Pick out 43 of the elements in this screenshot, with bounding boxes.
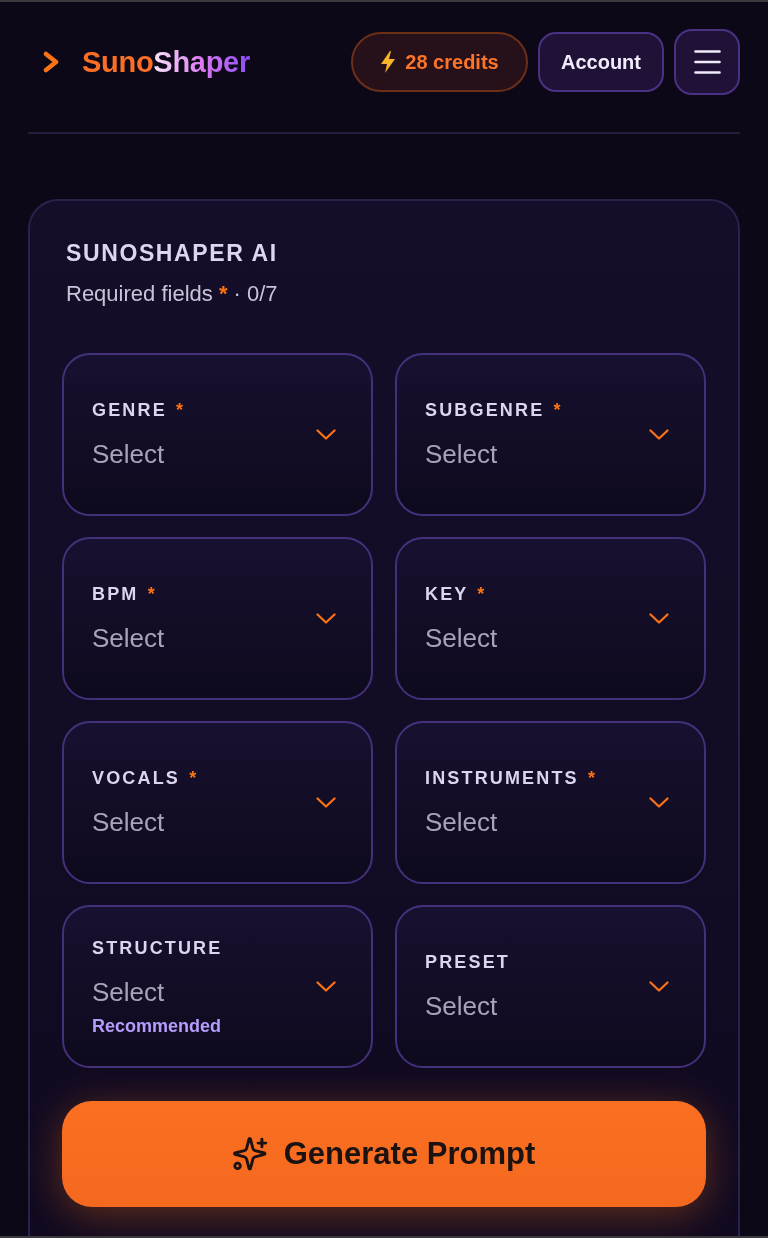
- field-label: SUBGENRE *: [425, 399, 563, 421]
- field-hint: Recommended: [92, 1014, 223, 1037]
- form-title: SUNOSHAPER AI: [65, 239, 279, 267]
- menu-button[interactable]: [674, 29, 740, 95]
- dropdown-field[interactable]: KEY * Select: [395, 537, 706, 700]
- field-label: INSTRUMENTS *: [425, 767, 598, 789]
- select-placeholder: Select: [425, 622, 498, 654]
- chevron-down-icon: [649, 797, 669, 808]
- field-label: PRESET: [425, 951, 510, 973]
- menu-icon: [693, 50, 721, 74]
- select-placeholder: Select: [92, 438, 166, 470]
- account-button[interactable]: Account: [538, 32, 664, 92]
- select-placeholder: Select: [425, 990, 499, 1022]
- dropdown-field[interactable]: INSTRUMENTS * Select: [395, 721, 706, 884]
- dropdown-field[interactable]: STRUCTURE Select Recommended: [62, 905, 373, 1068]
- lightning-icon: [380, 51, 397, 73]
- chevron-down-icon: [316, 613, 336, 624]
- chevron-right-icon: [43, 51, 60, 73]
- select-placeholder: Select: [92, 622, 165, 654]
- field-label: STRUCTURE: [92, 936, 223, 959]
- field-label: BPM *: [92, 583, 158, 605]
- form-subtitle: Required fields * · 0/7: [65, 280, 279, 308]
- dropdown-field[interactable]: PRESET Select: [395, 905, 706, 1068]
- field-label: GENRE *: [92, 399, 186, 421]
- select-placeholder: Select: [425, 438, 499, 470]
- chevron-down-icon: [316, 981, 336, 992]
- dropdown-field[interactable]: SUBGENRE * Select: [395, 353, 706, 516]
- chevron-down-icon: [316, 429, 336, 440]
- credits-button[interactable]: 28 credits: [351, 32, 528, 92]
- generate-prompt-button[interactable]: Generate Prompt: [62, 1101, 706, 1207]
- select-placeholder: Select: [425, 806, 499, 838]
- chevron-down-icon: [649, 613, 669, 624]
- chevron-down-icon: [649, 429, 669, 440]
- sparkles-icon: [232, 1136, 268, 1172]
- chevron-down-icon: [316, 797, 336, 808]
- select-placeholder: Select: [92, 806, 166, 838]
- field-label: KEY *: [425, 583, 488, 605]
- chevron-down-icon: [649, 981, 669, 992]
- select-placeholder: Select: [92, 975, 166, 1008]
- dropdown-field[interactable]: GENRE * Select: [62, 353, 373, 516]
- dropdown-field[interactable]: BPM * Select: [62, 537, 373, 700]
- dropdown-field[interactable]: VOCALS * Select: [62, 721, 373, 884]
- field-label: VOCALS *: [92, 767, 199, 789]
